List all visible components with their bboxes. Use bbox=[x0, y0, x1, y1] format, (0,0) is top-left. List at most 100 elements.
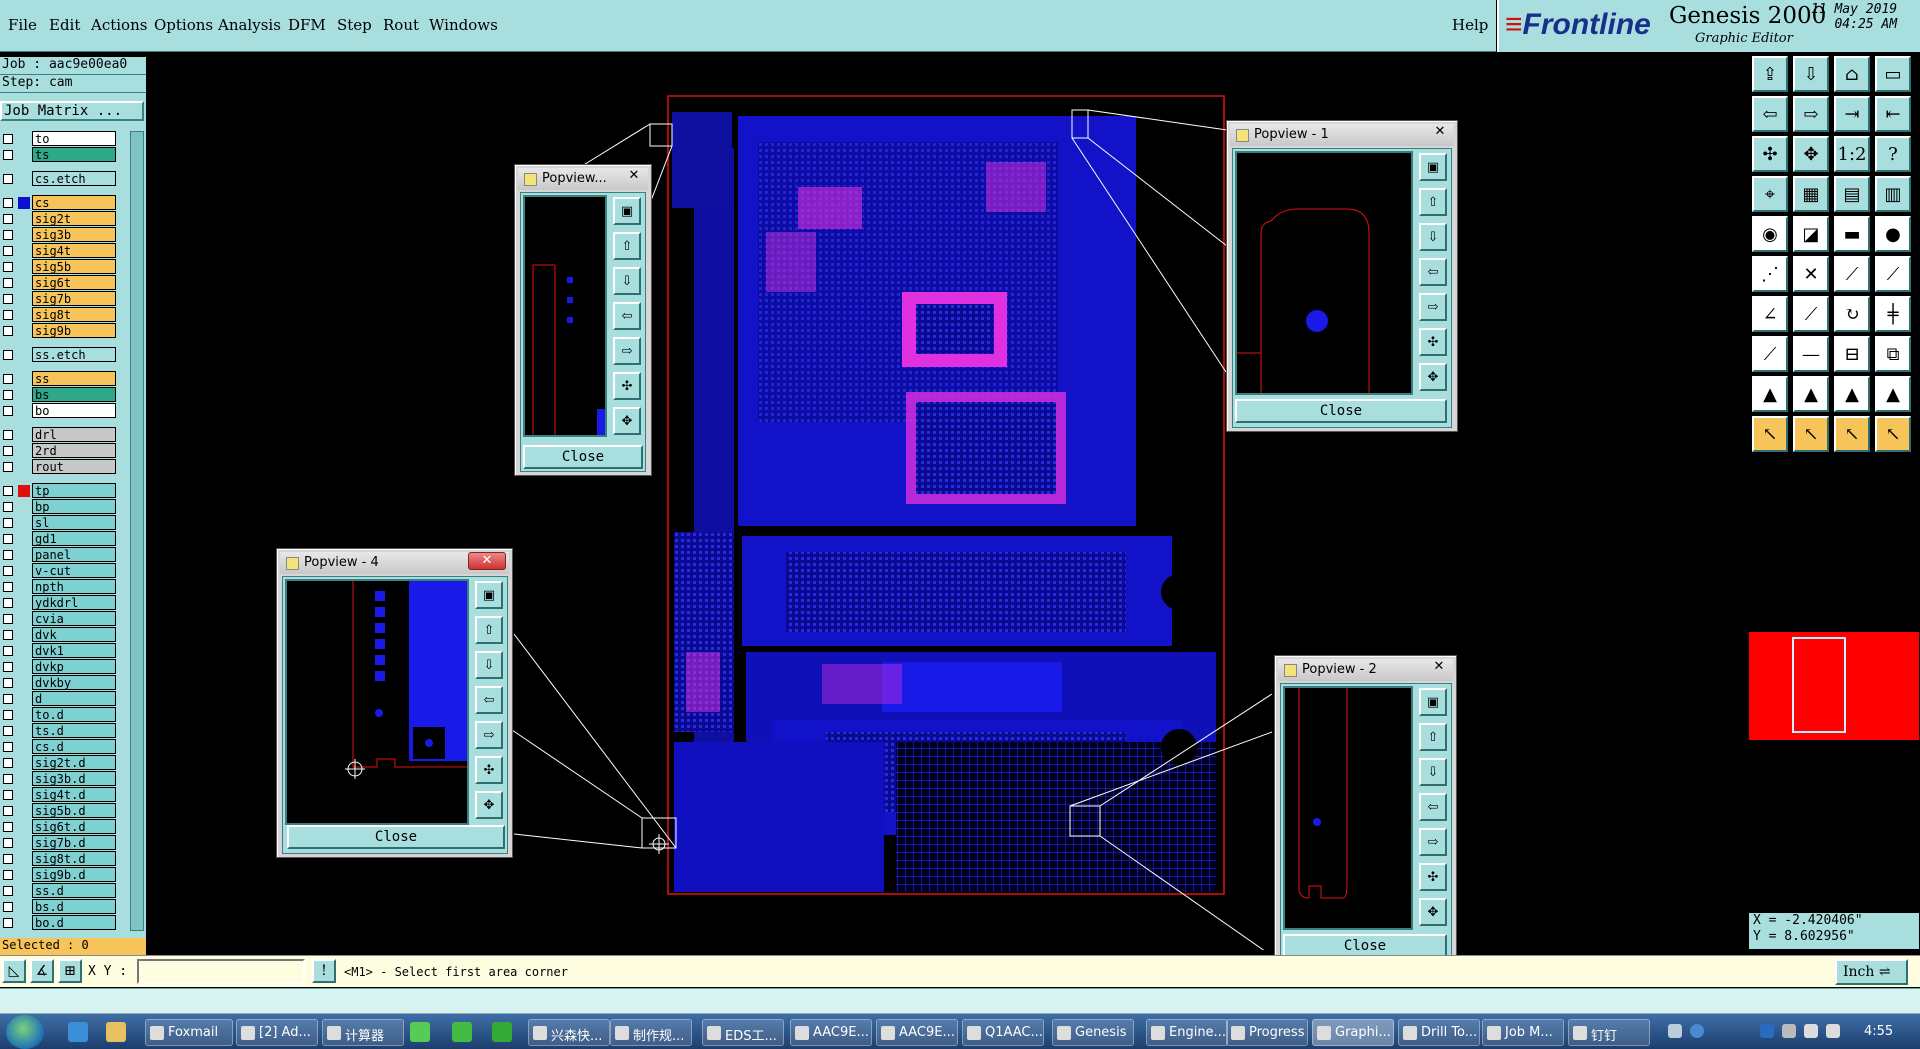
layer-checkbox[interactable] bbox=[3, 870, 13, 880]
layer-row-sl[interactable]: sl bbox=[0, 515, 118, 531]
job-matrix-button[interactable]: Job Matrix ... bbox=[0, 101, 144, 121]
layer-name[interactable]: sig9b.d bbox=[32, 867, 116, 882]
menu-windows[interactable]: Windows bbox=[429, 16, 498, 34]
layer-row-dvk1[interactable]: dvk1 bbox=[0, 643, 118, 659]
layer-row-v-cut[interactable]: v-cut bbox=[0, 563, 118, 579]
xy-input[interactable] bbox=[137, 959, 305, 984]
layer-row-rout[interactable]: rout bbox=[0, 459, 118, 475]
tool-icon[interactable]: — bbox=[1793, 336, 1829, 372]
layer-name[interactable]: dvk1 bbox=[32, 643, 116, 658]
tool-icon[interactable]: ⇨ bbox=[1793, 96, 1829, 132]
quicklaunch-icon[interactable] bbox=[492, 1022, 512, 1042]
popview-tool-icon[interactable]: ⇦ bbox=[613, 302, 641, 330]
layer-row-sig4t[interactable]: sig4t bbox=[0, 243, 118, 259]
tool-icon[interactable]: ▲ bbox=[1752, 376, 1788, 412]
layer-name[interactable]: sl bbox=[32, 515, 116, 530]
menu-actions[interactable]: Actions bbox=[91, 16, 147, 34]
menu-step[interactable]: Step bbox=[337, 16, 372, 34]
popview-1-titlebar[interactable]: Popview - 1 bbox=[1230, 124, 1454, 146]
taskbar-item[interactable]: Engine... bbox=[1146, 1019, 1228, 1046]
popview-1-window[interactable]: Popview - 1 ✕ ▣ ⇧ ⇩ ⇦ ⇨ ✣ ✥ Close bbox=[1226, 120, 1458, 432]
grid-icon[interactable]: ⊞ bbox=[58, 959, 82, 983]
layer-row-sig2t[interactable]: sig2t bbox=[0, 211, 118, 227]
layer-row-sig6t-d[interactable]: sig6t.d bbox=[0, 819, 118, 835]
menu-file[interactable]: File bbox=[8, 16, 37, 34]
unit-select[interactable]: Inch ⇌ bbox=[1835, 959, 1908, 985]
layer-name[interactable]: sig6t.d bbox=[32, 819, 116, 834]
tool-icon[interactable]: ▲ bbox=[1793, 376, 1829, 412]
layer-row-ts-d[interactable]: ts.d bbox=[0, 723, 118, 739]
layer-checkbox[interactable] bbox=[3, 726, 13, 736]
tool-icon[interactable]: ↻ bbox=[1834, 296, 1870, 332]
taskbar-item[interactable]: AAC9E... bbox=[876, 1019, 958, 1046]
close-icon[interactable]: ✕ bbox=[1429, 124, 1451, 142]
layer-checkbox[interactable] bbox=[3, 374, 13, 384]
taskbar-item[interactable]: EDS工... bbox=[702, 1019, 784, 1046]
taskbar-item[interactable]: 计算器 bbox=[322, 1019, 404, 1046]
popview-tool-icon[interactable]: ✥ bbox=[475, 791, 503, 819]
tool-icon[interactable]: ⌖ bbox=[1752, 176, 1788, 212]
popview-tool-icon[interactable]: ⇧ bbox=[613, 232, 641, 260]
tool-icon[interactable]: ⇩ bbox=[1793, 56, 1829, 92]
layer-row-sig7b[interactable]: sig7b bbox=[0, 291, 118, 307]
popview-tool-icon[interactable]: ⇨ bbox=[1419, 293, 1447, 321]
layer-name[interactable]: dvkby bbox=[32, 675, 116, 690]
taskbar-item[interactable]: 兴森快... bbox=[528, 1019, 610, 1046]
popview-tool-icon[interactable]: ⇩ bbox=[475, 651, 503, 679]
popview-tool-icon[interactable]: ▣ bbox=[475, 581, 503, 609]
layer-row-ss-d[interactable]: ss.d bbox=[0, 883, 118, 899]
tray-help-icon[interactable] bbox=[1690, 1024, 1704, 1038]
layer-row-sig7b-d[interactable]: sig7b.d bbox=[0, 835, 118, 851]
layer-name[interactable]: sig4t.d bbox=[32, 787, 116, 802]
tool-icon[interactable]: ↖ bbox=[1793, 416, 1829, 452]
layer-checkbox[interactable] bbox=[3, 262, 13, 272]
tool-icon[interactable]: ▥ bbox=[1875, 176, 1911, 212]
layer-checkbox[interactable] bbox=[3, 326, 13, 336]
taskbar-item[interactable]: Genesis bbox=[1052, 1019, 1134, 1046]
layer-checkbox[interactable] bbox=[3, 694, 13, 704]
layer-row-bo[interactable]: bo bbox=[0, 403, 118, 419]
layer-checkbox[interactable] bbox=[3, 502, 13, 512]
layer-row-sig8t-d[interactable]: sig8t.d bbox=[0, 851, 118, 867]
layer-name[interactable]: sig2t.d bbox=[32, 755, 116, 770]
layer-checkbox[interactable] bbox=[3, 566, 13, 576]
layer-row-cvia[interactable]: cvia bbox=[0, 611, 118, 627]
layer-checkbox[interactable] bbox=[3, 662, 13, 672]
popview-tool-icon[interactable]: ▣ bbox=[1419, 688, 1447, 716]
layer-checkbox[interactable] bbox=[3, 462, 13, 472]
popview-tool-icon[interactable]: ⇦ bbox=[475, 686, 503, 714]
layer-name[interactable]: d bbox=[32, 691, 116, 706]
tool-icon[interactable]: ⋰ bbox=[1752, 256, 1788, 292]
ie-icon[interactable] bbox=[68, 1022, 88, 1042]
layer-checkbox[interactable] bbox=[3, 550, 13, 560]
popview-tool-icon[interactable]: ✣ bbox=[613, 372, 641, 400]
layer-row-to-d[interactable]: to.d bbox=[0, 707, 118, 723]
tray-keyboard-icon[interactable] bbox=[1668, 1024, 1682, 1038]
layer-checkbox[interactable] bbox=[3, 310, 13, 320]
layer-checkbox[interactable] bbox=[3, 246, 13, 256]
layer-name[interactable]: cvia bbox=[32, 611, 116, 626]
taskbar-item[interactable]: 钉钉 bbox=[1568, 1019, 1650, 1046]
tool-icon[interactable]: ⊟ bbox=[1834, 336, 1870, 372]
layer-row-bo-d[interactable]: bo.d bbox=[0, 915, 118, 931]
layer-checkbox[interactable] bbox=[3, 902, 13, 912]
layer-name[interactable]: ss bbox=[32, 371, 116, 386]
layer-name[interactable]: to.d bbox=[32, 707, 116, 722]
popview-tool-icon[interactable]: ✥ bbox=[1419, 363, 1447, 391]
tool-icon[interactable]: ⇪ bbox=[1752, 56, 1788, 92]
layer-name[interactable]: tp bbox=[32, 483, 116, 498]
tool-icon[interactable]: 1:2 bbox=[1834, 136, 1870, 172]
layer-row-2rd[interactable]: 2rd bbox=[0, 443, 118, 459]
layer-row-npth[interactable]: npth bbox=[0, 579, 118, 595]
tool-icon[interactable]: ⇦ bbox=[1752, 96, 1788, 132]
layer-color-swatch[interactable] bbox=[18, 485, 30, 497]
taskbar-item[interactable]: Graphi... bbox=[1312, 1019, 1394, 1046]
layer-row-ts[interactable]: ts bbox=[0, 147, 118, 163]
layer-checkbox[interactable] bbox=[3, 486, 13, 496]
popview-tool-icon[interactable]: ⇦ bbox=[1419, 258, 1447, 286]
layer-row-sig9b-d[interactable]: sig9b.d bbox=[0, 867, 118, 883]
taskbar-item[interactable]: Drill To... bbox=[1398, 1019, 1480, 1046]
layer-name[interactable]: bs bbox=[32, 387, 116, 402]
tool-icon[interactable]: ↖ bbox=[1834, 416, 1870, 452]
popview-tool-icon[interactable]: ✥ bbox=[613, 407, 641, 435]
